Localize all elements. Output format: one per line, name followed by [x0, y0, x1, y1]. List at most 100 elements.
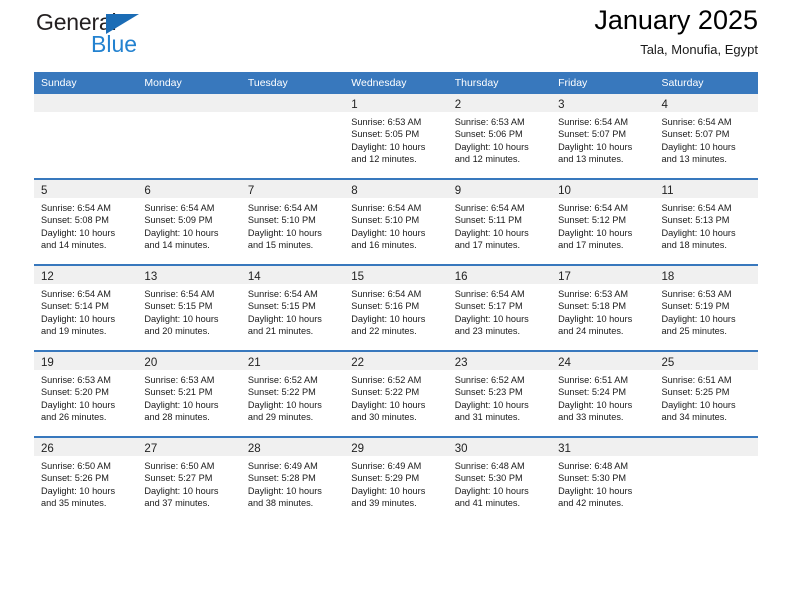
day-number: 5 [41, 185, 48, 197]
day-number-band: 1 [344, 94, 448, 112]
day-number-band: 26 [34, 438, 138, 456]
calendar-day-cell[interactable]: 17 Sunrise: 6:53 AM Sunset: 5:18 PM Dayligh… [551, 264, 655, 351]
daylight-text: Daylight: 10 hours [144, 313, 219, 324]
daylight-text: Daylight: 10 hours [247, 313, 322, 324]
calendar-day-cell[interactable]: 28 Sunrise: 6:49 AM Sunset: 5:28 PM Dayligh… [240, 436, 345, 522]
daylight-text-cont: and 30 minutes. [351, 412, 417, 423]
calendar-day-cell[interactable]: 9 Sunrise: 6:54 AM Sunset: 5:11 PM Daylight… [447, 178, 552, 265]
calendar-day-cell[interactable]: 13 Sunrise: 6:54 AM Sunset: 5:15 PM Dayligh… [137, 264, 241, 351]
sunset-text: Sunset: 5:11 PM [454, 215, 522, 226]
calendar-empty-cell [137, 94, 241, 179]
sunrise-text: Sunrise: 6:54 AM [247, 203, 318, 213]
sunset-text: Sunset: 5:10 PM [351, 215, 420, 226]
daylight-text-cont: and 12 minutes. [351, 154, 417, 165]
day-number-band: 23 [447, 352, 552, 370]
calendar-header-row: Sunday Monday Tuesday Wednesday Thursday Frid… [34, 72, 758, 94]
calendar-day-cell[interactable]: 31 Sunrise: 6:48 AM Sunset: 5:30 PM Dayligh… [551, 436, 655, 522]
calendar-week-row: 12 Sunrise: 6:54 AM Sunset: 5:14 PM Dayligh… [34, 264, 758, 351]
day-number: 24 [558, 357, 571, 369]
sunrise-text: Sunrise: 6:54 AM [454, 203, 525, 213]
day-number-band: 10 [551, 180, 655, 198]
daylight-text: Daylight: 10 hours [558, 227, 633, 238]
daylight-text-cont: and 18 minutes. [661, 240, 727, 251]
daylight-text-cont: and 37 minutes. [144, 498, 210, 509]
sunrise-text: Sunrise: 6:54 AM [144, 289, 215, 299]
calendar-day-cell[interactable]: 4 Sunrise: 6:54 AM Sunset: 5:07 PM Daylight… [654, 94, 758, 179]
day-cell-details: Sunrise: 6:54 AM Sunset: 5:11 PM Daylight:… [448, 198, 551, 252]
calendar-day-cell[interactable]: 14 Sunrise: 6:54 AM Sunset: 5:15 PM Dayligh… [240, 264, 345, 351]
day-cell-details: Sunrise: 6:53 AM Sunset: 5:06 PM Daylight:… [448, 112, 551, 166]
calendar-day-cell[interactable]: 8 Sunrise: 6:54 AM Sunset: 5:10 PM Daylight… [344, 178, 448, 265]
day-number-band: 4 [654, 94, 758, 112]
day-number-band: 19 [34, 352, 138, 370]
calendar-day-cell[interactable]: 12 Sunrise: 6:54 AM Sunset: 5:14 PM Dayligh… [34, 264, 138, 351]
calendar-day-cell[interactable]: 1 Sunrise: 6:53 AM Sunset: 5:05 PM Daylight… [344, 94, 448, 179]
calendar-day-cell[interactable]: 24 Sunrise: 6:51 AM Sunset: 5:24 PM Dayligh… [551, 350, 655, 437]
calendar-day-cell[interactable]: 10 Sunrise: 6:54 AM Sunset: 5:12 PM Dayligh… [551, 178, 655, 265]
calendar-day-cell[interactable]: 23 Sunrise: 6:52 AM Sunset: 5:23 PM Dayligh… [447, 350, 552, 437]
calendar-day-cell[interactable]: 29 Sunrise: 6:49 AM Sunset: 5:29 PM Dayligh… [344, 436, 448, 522]
sunset-text: Sunset: 5:25 PM [661, 387, 730, 398]
calendar-day-cell[interactable]: 27 Sunrise: 6:50 AM Sunset: 5:27 PM Dayligh… [137, 436, 241, 522]
calendar-day-cell[interactable]: 3 Sunrise: 6:54 AM Sunset: 5:07 PM Daylight… [551, 94, 655, 179]
day-cell-inner: 11 Sunrise: 6:54 AM Sunset: 5:13 PM Dayligh… [654, 180, 758, 264]
calendar-day-cell[interactable]: 15 Sunrise: 6:54 AM Sunset: 5:16 PM Dayligh… [344, 264, 448, 351]
day-cell-details: Sunrise: 6:52 AM Sunset: 5:23 PM Daylight:… [448, 370, 551, 424]
day-number: 6 [144, 185, 151, 197]
calendar-day-cell[interactable]: 25 Sunrise: 6:51 AM Sunset: 5:25 PM Dayligh… [654, 350, 758, 437]
sunrise-text: Sunrise: 6:53 AM [661, 289, 732, 299]
day-cell-details: Sunrise: 6:48 AM Sunset: 5:30 PM Daylight:… [448, 456, 551, 510]
general-blue-logo[interactable]: General Blue [34, 8, 234, 60]
day-number-band: 29 [344, 438, 448, 456]
calendar-day-cell[interactable]: 26 Sunrise: 6:50 AM Sunset: 5:26 PM Dayligh… [34, 436, 138, 522]
daylight-text: Daylight: 10 hours [247, 227, 322, 238]
calendar-day-cell[interactable]: 6 Sunrise: 6:54 AM Sunset: 5:09 PM Daylight… [137, 178, 241, 265]
sunset-text: Sunset: 5:24 PM [558, 387, 627, 398]
daylight-text-cont: and 21 minutes. [247, 326, 314, 337]
day-cell-details: Sunrise: 6:54 AM Sunset: 5:10 PM Daylight:… [344, 198, 447, 252]
calendar-day-cell[interactable]: 11 Sunrise: 6:54 AM Sunset: 5:13 PM Dayligh… [654, 178, 758, 265]
daylight-text-cont: and 19 minutes. [41, 326, 107, 337]
day-cell-inner: 21 Sunrise: 6:52 AM Sunset: 5:22 PM Dayligh… [240, 352, 345, 436]
sunrise-text: Sunrise: 6:53 AM [351, 117, 422, 127]
weekday-header-saturday: Saturday [654, 72, 758, 94]
day-number: 19 [41, 357, 54, 369]
daylight-text: Daylight: 10 hours [41, 399, 116, 410]
sunset-text: Sunset: 5:26 PM [41, 473, 109, 484]
calendar-day-cell[interactable]: 20 Sunrise: 6:53 AM Sunset: 5:21 PM Dayligh… [137, 350, 241, 437]
day-cell-details: Sunrise: 6:54 AM Sunset: 5:13 PM Daylight:… [655, 198, 758, 252]
daylight-text-cont: and 24 minutes. [558, 326, 624, 337]
calendar-day-cell[interactable]: 2 Sunrise: 6:53 AM Sunset: 5:06 PM Daylight… [447, 94, 552, 179]
calendar-day-cell[interactable]: 7 Sunrise: 6:54 AM Sunset: 5:10 PM Daylight… [240, 178, 345, 265]
day-cell-inner: 14 Sunrise: 6:54 AM Sunset: 5:15 PM Dayligh… [240, 266, 345, 350]
sunset-text: Sunset: 5:30 PM [454, 473, 523, 484]
day-number-band: 31 [551, 438, 655, 456]
day-cell-details: Sunrise: 6:50 AM Sunset: 5:27 PM Daylight:… [137, 456, 240, 510]
day-cell-details: Sunrise: 6:52 AM Sunset: 5:22 PM Daylight:… [241, 370, 344, 424]
calendar-day-cell[interactable]: 21 Sunrise: 6:52 AM Sunset: 5:22 PM Dayligh… [240, 350, 345, 437]
day-cell-inner [34, 94, 138, 178]
sunset-text: Sunset: 5:05 PM [351, 129, 420, 140]
calendar-day-cell[interactable]: 22 Sunrise: 6:52 AM Sunset: 5:22 PM Dayligh… [344, 350, 448, 437]
day-number: 23 [454, 357, 468, 369]
day-cell-details: Sunrise: 6:48 AM Sunset: 5:30 PM Daylight:… [551, 456, 654, 510]
sunset-text: Sunset: 5:22 PM [351, 387, 420, 398]
sunset-text: Sunset: 5:07 PM [558, 129, 627, 140]
sunset-text: Sunset: 5:08 PM [41, 215, 109, 226]
day-number: 22 [351, 357, 365, 369]
sunrise-text: Sunrise: 6:54 AM [144, 203, 215, 213]
calendar-day-cell[interactable]: 30 Sunrise: 6:48 AM Sunset: 5:30 PM Dayligh… [447, 436, 552, 522]
day-cell-inner: 24 Sunrise: 6:51 AM Sunset: 5:24 PM Dayligh… [551, 352, 655, 436]
calendar-day-cell[interactable]: 16 Sunrise: 6:54 AM Sunset: 5:17 PM Dayligh… [447, 264, 552, 351]
sunrise-text: Sunrise: 6:53 AM [558, 289, 629, 299]
sunrise-text: Sunrise: 6:54 AM [661, 117, 732, 127]
daylight-text-cont: and 42 minutes. [558, 498, 624, 509]
calendar-day-cell[interactable]: 18 Sunrise: 6:53 AM Sunset: 5:19 PM Dayligh… [654, 264, 758, 351]
weekday-header-wednesday: Wednesday [344, 72, 448, 94]
calendar-day-cell[interactable]: 5 Sunrise: 6:54 AM Sunset: 5:08 PM Daylight… [34, 178, 138, 265]
day-cell-details: Sunrise: 6:54 AM Sunset: 5:12 PM Daylight:… [551, 198, 654, 252]
sunrise-text: Sunrise: 6:54 AM [41, 203, 111, 213]
sunrise-text: Sunrise: 6:50 AM [144, 461, 215, 471]
calendar-day-cell[interactable]: 19 Sunrise: 6:53 AM Sunset: 5:20 PM Dayligh… [34, 350, 138, 437]
day-cell-details: Sunrise: 6:54 AM Sunset: 5:09 PM Daylight:… [137, 198, 240, 252]
